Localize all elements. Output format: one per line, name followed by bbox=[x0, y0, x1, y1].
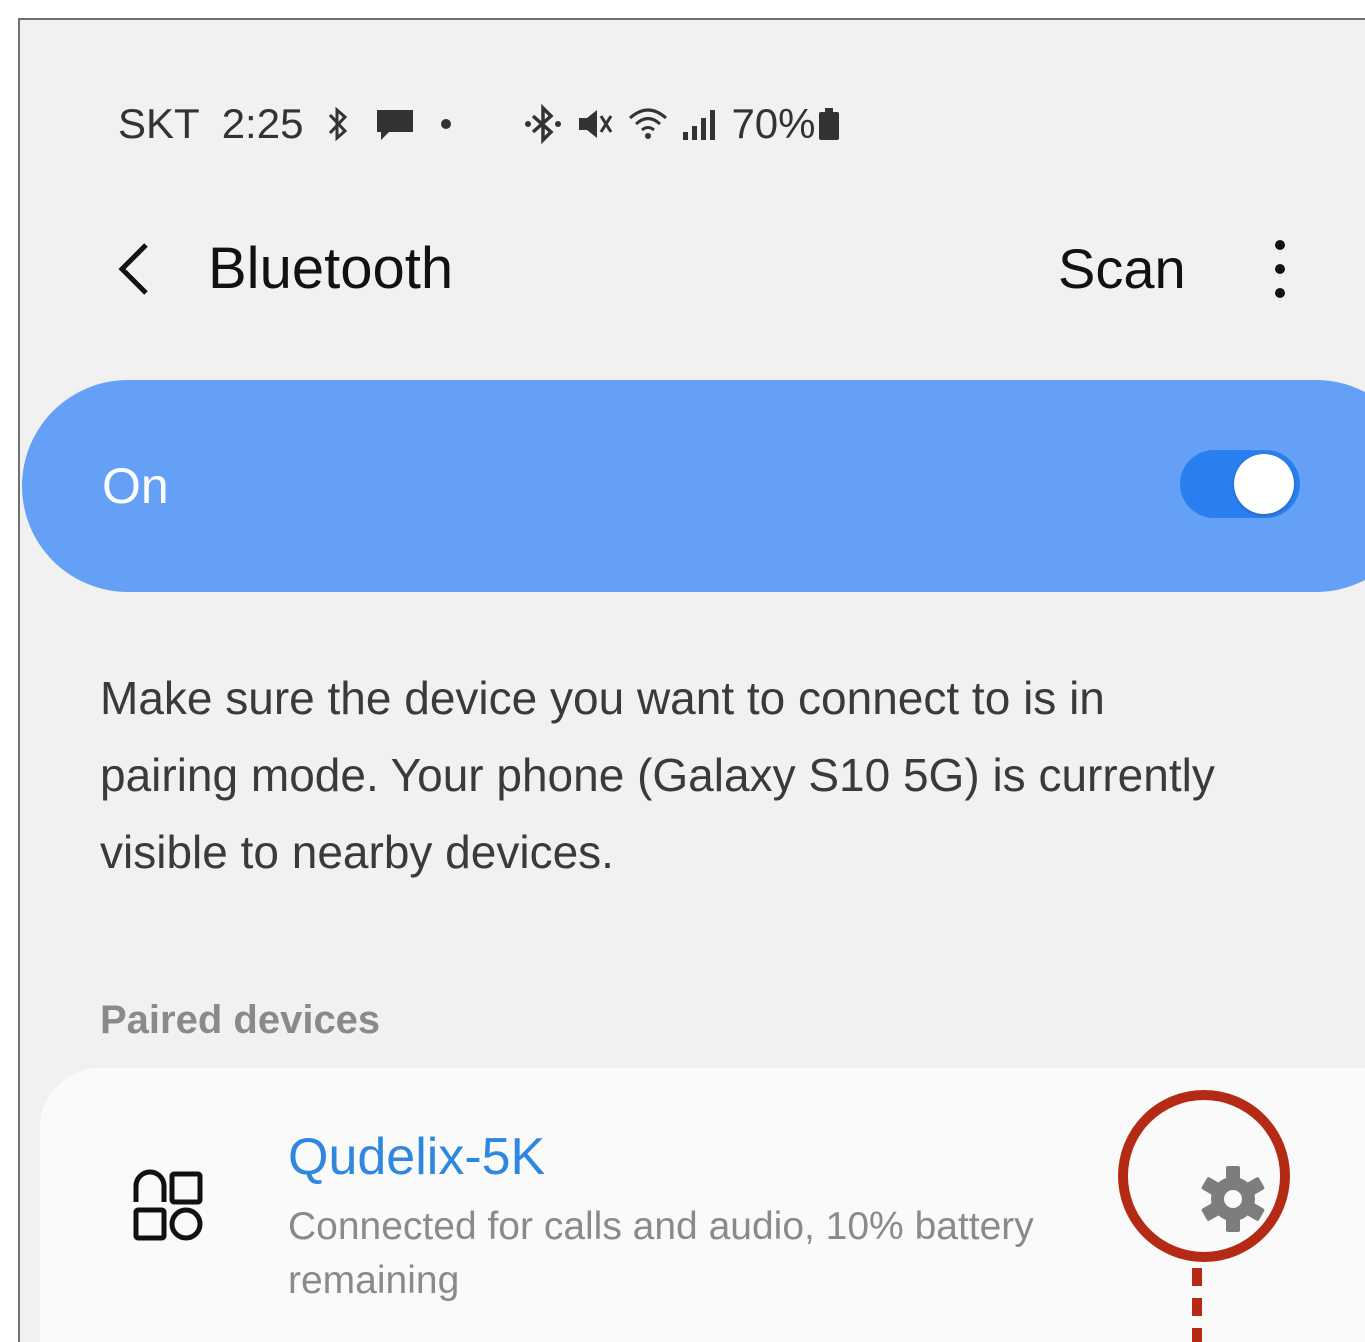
chevron-left-icon bbox=[118, 243, 148, 295]
clock: 2:25 bbox=[221, 100, 304, 147]
paired-devices-header: Paired devices bbox=[100, 998, 381, 1042]
back-button[interactable] bbox=[104, 234, 164, 304]
more-options-button[interactable] bbox=[1258, 232, 1302, 306]
bluetooth-toggle[interactable] bbox=[1180, 450, 1300, 518]
dot-icon bbox=[439, 117, 453, 131]
annotation-highlight-circle bbox=[1118, 1090, 1290, 1262]
battery-icon bbox=[816, 104, 842, 144]
message-icon bbox=[373, 104, 417, 144]
bluetooth-connected-icon bbox=[523, 104, 563, 144]
pairing-description: Make sure the device you want to connect… bbox=[100, 672, 1215, 878]
status-bar: SKT 2:25 70% bbox=[118, 98, 842, 150]
app-bar: Bluetooth Scan bbox=[20, 220, 1365, 316]
bluetooth-icon bbox=[325, 104, 351, 144]
scan-button[interactable]: Scan bbox=[1058, 234, 1186, 304]
signal-icon bbox=[679, 104, 721, 144]
mute-icon bbox=[575, 104, 615, 144]
switch-label: On bbox=[102, 458, 169, 514]
page-title: Bluetooth bbox=[208, 236, 454, 301]
device-status: Connected for calls and audio, 10% batte… bbox=[288, 1205, 1034, 1302]
bluetooth-master-switch[interactable]: On bbox=[22, 380, 1365, 592]
device-name: Qudelix-5K bbox=[288, 1128, 546, 1186]
annotation-callout-line bbox=[1192, 1268, 1202, 1342]
toggle-knob bbox=[1234, 454, 1294, 514]
carrier-label: SKT bbox=[118, 100, 200, 147]
device-generic-icon bbox=[128, 1166, 206, 1244]
more-vert-icon bbox=[1275, 240, 1285, 250]
battery-percentage: 70% bbox=[731, 100, 816, 147]
wifi-icon bbox=[627, 104, 669, 144]
